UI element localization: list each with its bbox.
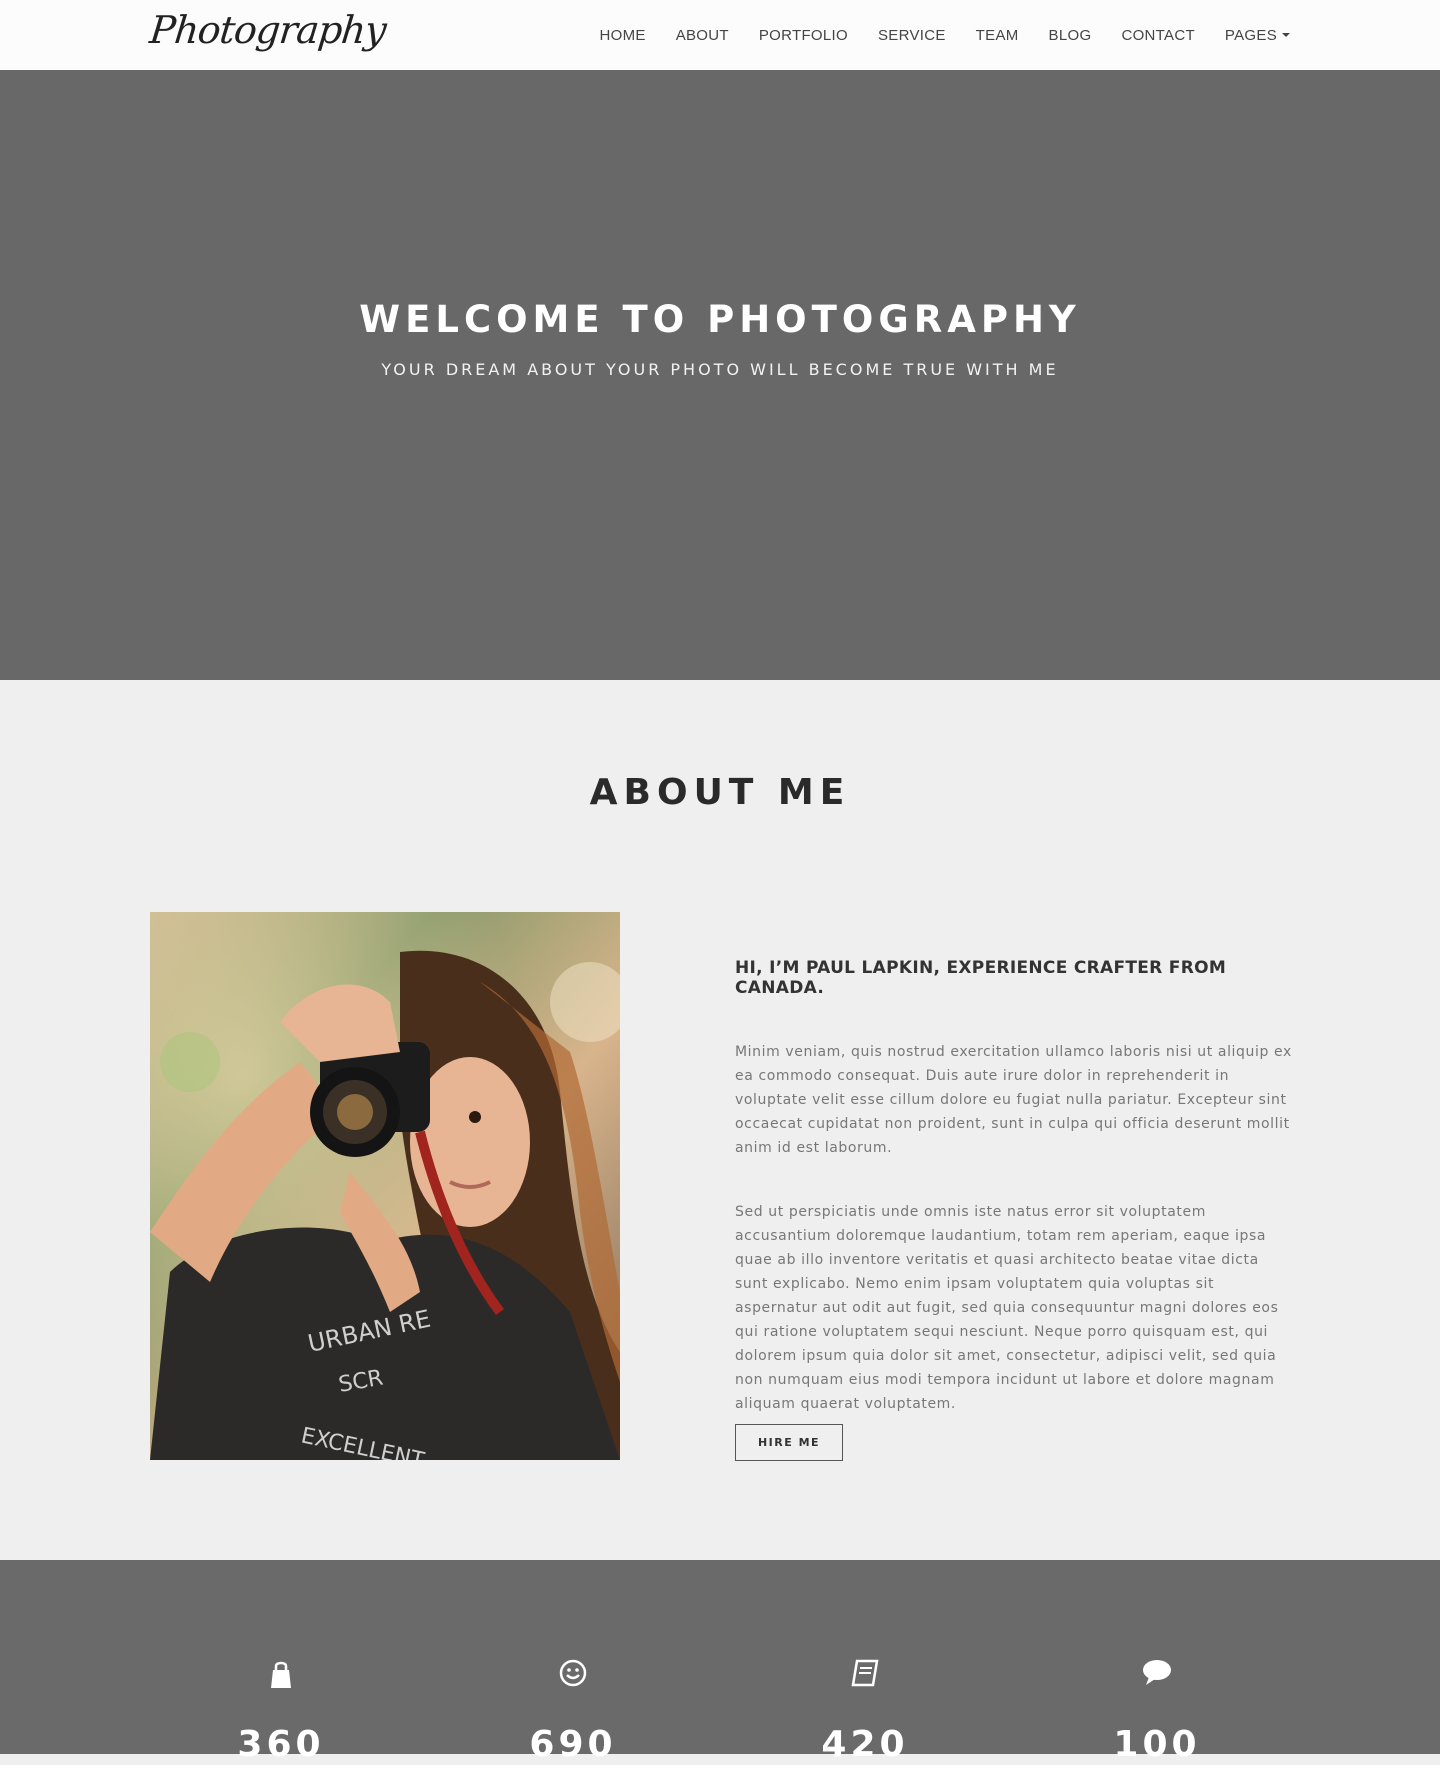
nav-blog[interactable]: BLOG	[1049, 27, 1092, 44]
hero-subtitle: YOUR DREAM ABOUT YOUR PHOTO WILL BECOME …	[381, 360, 1059, 379]
comment-icon	[1012, 1658, 1302, 1686]
book-icon	[720, 1658, 1010, 1688]
about-section: ABOUT ME URBAN RE SCR EXCELLENT HI, I’M …	[0, 680, 1440, 1560]
stat-value: 420	[821, 1724, 909, 1765]
hero-section: WELCOME TO PHOTOGRAPHY YOUR DREAM ABOUT …	[0, 70, 1440, 680]
main-nav: HOME ABOUT PORTFOLIO SERVICE TEAM BLOG C…	[569, 0, 1290, 70]
nav-pages-dropdown[interactable]: PAGES	[1225, 27, 1290, 44]
nav-service[interactable]: SERVICE	[878, 27, 946, 44]
portrait-illustration: URBAN RE SCR EXCELLENT	[150, 912, 620, 1460]
nav-contact[interactable]: CONTACT	[1121, 27, 1194, 44]
caret-down-icon	[1282, 33, 1290, 37]
hero-title: WELCOME TO PHOTOGRAPHY	[359, 298, 1081, 341]
smiley-icon	[428, 1658, 718, 1688]
stats-section: 360 690 420 100	[0, 1560, 1440, 1765]
site-logo[interactable]: Photography	[148, 8, 388, 52]
stat-value: 100	[1113, 1724, 1201, 1765]
hire-me-button[interactable]: HIRE ME	[735, 1424, 843, 1461]
nav-pages-label: PAGES	[1224, 26, 1277, 44]
stat-value: 360	[237, 1724, 325, 1765]
nav-about[interactable]: ABOUT	[676, 27, 729, 44]
about-heading: HI, I’M PAUL LAPKIN, EXPERIENCE CRAFTER …	[735, 958, 1227, 998]
about-paragraph: Minim veniam, quis nostrud exercitation …	[735, 1044, 1292, 1156]
nav-team[interactable]: TEAM	[976, 27, 1019, 44]
stat-value: 690	[529, 1724, 617, 1765]
about-paragraph: Sed ut perspiciatis unde omnis iste natu…	[735, 1204, 1279, 1412]
nav-home[interactable]: HOME	[599, 27, 645, 44]
navbar: Photography HOME ABOUT PORTFOLIO SERVICE…	[0, 0, 1440, 70]
about-text: HI, I’M PAUL LAPKIN, EXPERIENCE CRAFTER …	[735, 958, 1295, 1416]
photographer-portrait: URBAN RE SCR EXCELLENT	[150, 912, 620, 1460]
about-title: ABOUT ME	[589, 772, 851, 813]
shopping-bag-icon	[136, 1658, 426, 1690]
nav-portfolio[interactable]: PORTFOLIO	[759, 27, 848, 44]
